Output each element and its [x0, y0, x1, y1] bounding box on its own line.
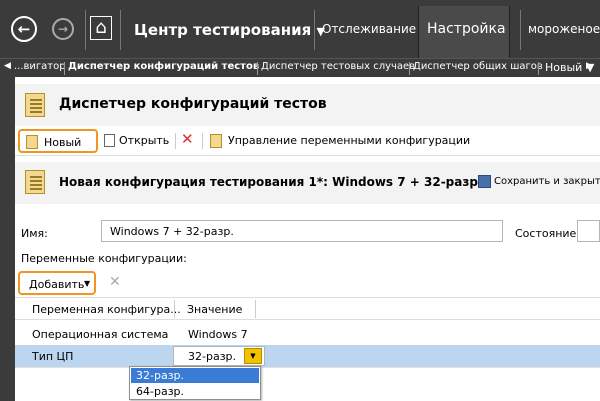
project-label: мороженое [528, 22, 600, 36]
column-header-value[interactable]: Значение [187, 303, 242, 316]
subnav-divider [409, 62, 410, 75]
top-navigation-bar: ← → ⌂ Центр тестирования ▼ Отслеживание … [0, 0, 600, 58]
home-icon: ⌂ [95, 17, 107, 38]
chevron-down-icon: ▼ [84, 279, 91, 288]
subnav-new-label: Новый [545, 61, 583, 74]
page-title: Диспетчер конфигураций тестов [59, 96, 327, 112]
add-variable-label: Добавить [29, 278, 85, 291]
back-arrow-icon: ← [17, 20, 31, 38]
remove-variable-icon[interactable]: ✕ [109, 274, 121, 290]
variables-table-row-selected[interactable]: Тип ЦП 32-разр. ▼ [15, 345, 600, 367]
new-config-icon [26, 135, 38, 149]
subnav-item-navigator[interactable]: ...вигатор [14, 61, 66, 72]
subnav-item-config-manager[interactable]: Диспетчер конфигураций тестов [68, 61, 259, 72]
state-field[interactable] [577, 220, 600, 242]
configuration-document-icon [25, 93, 45, 117]
dropdown-option-selected[interactable]: 32-разр. [131, 368, 259, 383]
toolbar-divider [202, 133, 203, 149]
subnav-item-shared-steps-manager[interactable]: Диспетчер общих шагов [413, 61, 543, 72]
toolbar-divider [175, 133, 176, 149]
value-combobox-text: 32-разр. [188, 350, 237, 363]
testing-center-dropdown[interactable]: Центр тестирования ▼ [134, 21, 325, 39]
variables-table-row[interactable]: Операционная система Windows 7 [15, 323, 600, 345]
delete-icon[interactable]: ✕ [181, 130, 194, 148]
manager-toolbar: Новый Открыть ✕ Управление переменными к… [15, 126, 600, 156]
project-link[interactable]: мороженое [528, 22, 600, 36]
name-field-value: Windows 7 + 32-разр. [110, 225, 234, 238]
dropdown-option-label: 32-разр. [136, 369, 185, 382]
configuration-header: Новая конфигурация тестирования 1*: Wind… [15, 162, 600, 204]
home-button[interactable]: ⌂ [90, 16, 112, 40]
save-icon [478, 175, 491, 188]
name-label: Имя: [21, 227, 48, 240]
left-gutter [0, 77, 15, 401]
scroll-left-icon[interactable]: ◀ [4, 61, 11, 71]
state-label: Состояние: [515, 227, 581, 240]
column-header-variable[interactable]: Переменная конфигура... [32, 303, 181, 316]
tab-tracking[interactable]: Отслеживание [322, 22, 416, 36]
open-button[interactable]: Открыть [104, 132, 174, 150]
column-divider[interactable] [255, 300, 256, 318]
main-content: Диспетчер конфигураций тестов Новый Откр… [15, 84, 600, 401]
tab-tracking-label: Отслеживание [322, 22, 417, 36]
dropdown-option[interactable]: 64-разр. [131, 384, 259, 399]
dropdown-option-label: 64-разр. [136, 385, 185, 398]
dropdown-arrow-icon[interactable]: ▼ [244, 348, 262, 364]
row-variable-value: Windows 7 [188, 328, 248, 341]
add-variable-button[interactable]: Добавить ▼ [18, 271, 96, 295]
open-button-label: Открыть [119, 134, 170, 147]
nav-divider [314, 10, 315, 50]
forward-button[interactable]: → [52, 18, 74, 40]
manage-variables-icon [210, 134, 222, 148]
subnav-divider [538, 62, 539, 75]
row-variable-name: Операционная система [32, 328, 169, 341]
nav-divider [520, 10, 521, 50]
open-icon [104, 134, 115, 147]
row-variable-name: Тип ЦП [32, 350, 74, 363]
subnav-item-test-case-manager[interactable]: Диспетчер тестовых случаев [261, 61, 415, 72]
column-divider[interactable] [174, 300, 175, 318]
forward-arrow-icon: → [57, 22, 69, 36]
value-dropdown-list: 32-разр. 64-разр. [129, 366, 261, 400]
configuration-title: Новая конфигурация тестирования 1*: Wind… [59, 175, 483, 189]
manage-variables-label: Управление переменными конфигурации [228, 134, 471, 147]
back-button[interactable]: ← [11, 16, 37, 42]
sub-navigation-bar: ◀ ...вигатор Диспетчер конфигураций тест… [0, 58, 600, 77]
scroll-right-icon[interactable]: ▶ [586, 61, 593, 71]
name-field[interactable]: Windows 7 + 32-разр. [101, 220, 503, 242]
new-button-label: Новый [44, 136, 82, 149]
subnav-divider [257, 62, 258, 75]
tab-settings[interactable]: Настройка [418, 6, 510, 58]
variables-grid-header: Переменная конфигура... Значение [15, 298, 600, 320]
value-combobox[interactable]: 32-разр. ▼ [173, 346, 265, 366]
save-and-close-label: Сохранить и закрыть [494, 176, 600, 187]
configuration-icon [25, 170, 45, 194]
configuration-variables-label: Переменные конфигурации: [21, 252, 187, 265]
nav-divider [120, 10, 121, 50]
nav-divider [85, 10, 86, 50]
grid-row-divider [15, 367, 600, 368]
manager-header: Диспетчер конфигураций тестов [15, 84, 600, 126]
subnav-divider [64, 62, 65, 75]
new-button[interactable]: Новый [18, 129, 98, 153]
tab-settings-label: Настройка [427, 21, 506, 37]
save-and-close-button[interactable]: Сохранить и закрыть [478, 175, 600, 193]
manage-variables-button[interactable]: Управление переменными конфигурации [210, 132, 490, 150]
testing-center-label: Центр тестирования [134, 21, 312, 39]
